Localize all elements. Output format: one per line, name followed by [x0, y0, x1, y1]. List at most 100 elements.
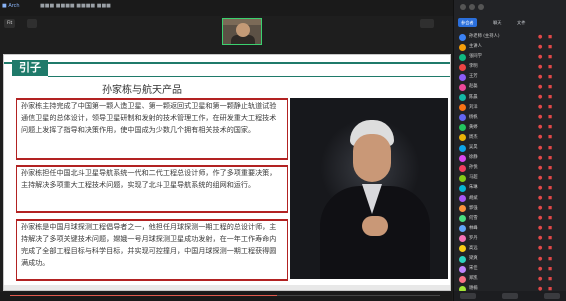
camera-off-icon[interactable]: ◼ — [548, 266, 554, 272]
participant-row[interactable]: 赵磊 ● ◼ — [454, 82, 566, 92]
invite-button[interactable] — [502, 293, 518, 299]
camera-off-icon[interactable]: ◼ — [548, 34, 554, 40]
participant-row[interactable]: 郑凯 ● ◼ — [454, 274, 566, 284]
camera-off-icon[interactable]: ◼ — [548, 216, 554, 221]
minimize-icon[interactable] — [469, 4, 475, 10]
camera-off-icon[interactable]: ◼ — [548, 276, 554, 282]
participant-name: 朱琳 — [469, 185, 478, 191]
participant-name: 罗丹 — [469, 235, 478, 241]
participant-row[interactable]: 郭强 ● ◼ — [454, 204, 566, 214]
participant-row[interactable]: 周杰 ● ◼ — [454, 133, 566, 143]
more-button[interactable] — [544, 293, 560, 299]
camera-off-icon[interactable]: ◼ — [548, 185, 554, 191]
participant-row[interactable]: 黄婷 ● ◼ — [454, 123, 566, 133]
participant-row[interactable]: 罗丹 ● ◼ — [454, 234, 566, 244]
camera-off-icon[interactable]: ◼ — [548, 54, 554, 60]
camera-off-icon[interactable]: ◼ — [548, 44, 554, 50]
camera-off-icon[interactable]: ◼ — [548, 246, 554, 251]
speaker-video-tile[interactable] — [222, 18, 262, 45]
camera-off-icon[interactable]: ◼ — [548, 105, 554, 110]
participant-row[interactable]: 孙老师 (主持人) ● ◼ — [454, 32, 566, 42]
camera-off-icon[interactable]: ◼ — [548, 115, 554, 120]
close-icon[interactable] — [460, 4, 466, 10]
avatar — [459, 154, 466, 162]
participant-row[interactable]: 吴昊 ● ◼ — [454, 143, 566, 153]
fullscreen-button[interactable] — [420, 19, 434, 28]
participant-row[interactable]: 马超 ● ◼ — [454, 173, 566, 183]
participant-row[interactable]: 孙悦 ● ◼ — [454, 163, 566, 173]
camera-off-icon[interactable]: ◼ — [548, 165, 554, 171]
slide-title: 孙家栋与航天产品 — [102, 85, 182, 96]
mic-muted-icon[interactable]: ● — [538, 54, 543, 60]
playback-progress[interactable] — [10, 295, 440, 296]
camera-off-icon[interactable]: ◼ — [548, 206, 554, 211]
mic-muted-icon[interactable]: ● — [538, 95, 543, 100]
camera-off-icon[interactable]: ◼ — [548, 135, 554, 140]
tab-chat[interactable]: 聊天 — [490, 18, 504, 27]
camera-off-icon[interactable]: ◼ — [548, 145, 554, 151]
camera-off-icon[interactable]: ◼ — [548, 95, 554, 100]
participant-row[interactable]: 陈晨 ● ◼ — [454, 93, 566, 103]
avatar — [459, 73, 466, 81]
mic-muted-icon[interactable]: ● — [538, 145, 543, 151]
tab-participants[interactable]: 参会者 — [458, 18, 477, 27]
participant-row[interactable]: 林峰 ● ◼ — [454, 224, 566, 234]
mic-muted-icon[interactable]: ● — [538, 256, 543, 262]
avatar — [459, 33, 466, 41]
mic-muted-icon[interactable]: ● — [538, 185, 543, 191]
mic-muted-icon[interactable]: ● — [538, 165, 543, 171]
tab-files[interactable]: 文件 — [514, 18, 528, 27]
participant-row[interactable]: 杨帆 ● ◼ — [454, 113, 566, 123]
mic-muted-icon[interactable]: ● — [538, 115, 543, 120]
mic-muted-icon[interactable]: ● — [538, 276, 543, 282]
participant-row[interactable]: 张同学 ● ◼ — [454, 52, 566, 62]
mic-muted-icon[interactable]: ● — [538, 155, 543, 161]
participant-row[interactable]: 高远 ● ◼ — [454, 244, 566, 254]
camera-off-icon[interactable]: ◼ — [548, 196, 554, 201]
share-status[interactable]: ■ Arch — [2, 3, 20, 9]
camera-off-icon[interactable]: ◼ — [548, 125, 554, 130]
camera-off-icon[interactable]: ◼ — [548, 236, 554, 241]
mic-muted-icon[interactable]: ● — [538, 84, 543, 90]
mic-muted-icon[interactable]: ● — [538, 236, 543, 241]
participant-row[interactable]: 刘洋 ● ◼ — [454, 103, 566, 113]
avatar — [459, 174, 466, 182]
mic-muted-icon[interactable]: ● — [538, 44, 543, 50]
mic-muted-icon[interactable]: ● — [538, 216, 543, 221]
mic-muted-icon[interactable]: ● — [538, 226, 543, 231]
maximize-icon[interactable] — [478, 4, 484, 10]
participant-name: 孙老师 (主持人) — [469, 34, 500, 39]
participant-row[interactable]: 何雪 ● ◼ — [454, 214, 566, 224]
camera-off-icon[interactable]: ◼ — [548, 175, 554, 181]
camera-off-icon[interactable]: ◼ — [548, 84, 554, 90]
participant-name: 赵磊 — [469, 84, 478, 90]
participant-row[interactable]: 主讲人 ● ◼ — [454, 42, 566, 52]
participant-row[interactable]: 梁爽 ● ◼ — [454, 254, 566, 264]
mic-muted-icon[interactable]: ● — [538, 206, 543, 211]
mic-muted-icon[interactable]: ● — [538, 64, 543, 70]
mic-muted-icon[interactable]: ● — [538, 34, 543, 40]
participant-row[interactable]: 李明 ● ◼ — [454, 62, 566, 72]
participant-row[interactable]: 胡斌 ● ◼ — [454, 194, 566, 204]
camera-off-icon[interactable]: ◼ — [548, 226, 554, 231]
camera-off-icon[interactable]: ◼ — [548, 256, 554, 262]
mic-muted-icon[interactable]: ● — [538, 175, 543, 181]
layout-button[interactable] — [27, 19, 37, 28]
mic-muted-icon[interactable]: ● — [538, 135, 543, 140]
participant-row[interactable]: 王芳 ● ◼ — [454, 72, 566, 82]
camera-off-icon[interactable]: ◼ — [548, 74, 554, 80]
mic-muted-icon[interactable]: ● — [538, 246, 543, 251]
camera-off-icon[interactable]: ◼ — [548, 155, 554, 161]
participant-row[interactable]: 宋佳 ● ◼ — [454, 264, 566, 274]
participant-row[interactable]: 朱琳 ● ◼ — [454, 183, 566, 193]
view-button[interactable]: Fit — [4, 19, 16, 28]
mic-muted-icon[interactable]: ● — [538, 266, 543, 272]
mic-muted-icon[interactable]: ● — [538, 74, 543, 80]
mic-muted-icon[interactable]: ● — [538, 125, 543, 130]
camera-off-icon[interactable]: ◼ — [548, 64, 554, 70]
portrait-hand — [362, 216, 388, 236]
mute-all-button[interactable] — [460, 293, 476, 299]
mic-muted-icon[interactable]: ● — [538, 196, 543, 201]
mic-muted-icon[interactable]: ● — [538, 105, 543, 110]
participant-row[interactable]: 徐静 ● ◼ — [454, 153, 566, 163]
